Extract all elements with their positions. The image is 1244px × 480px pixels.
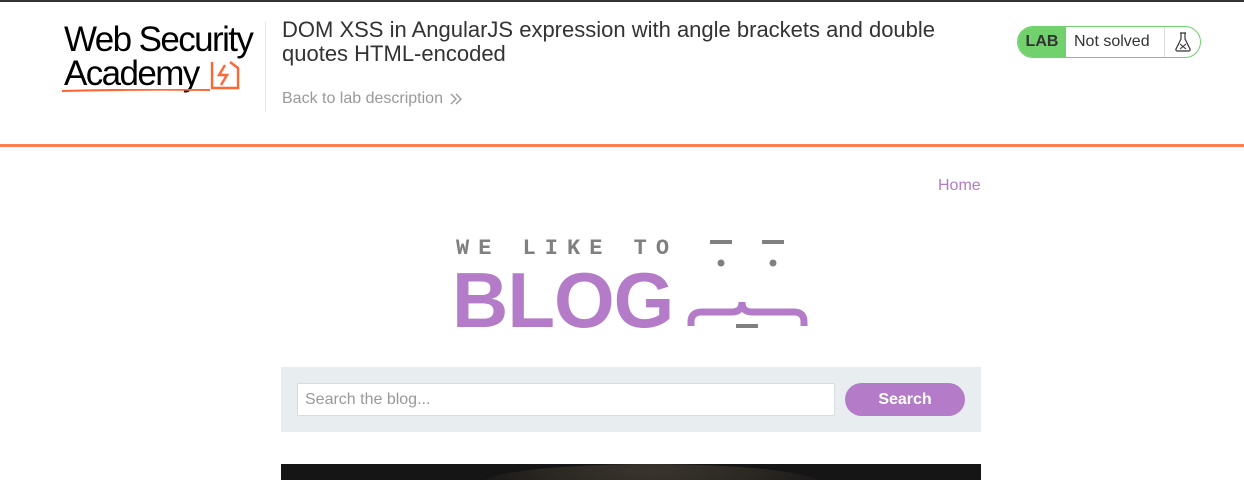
search-button[interactable]: Search	[845, 383, 965, 416]
search-section: Search	[281, 367, 981, 432]
web-security-academy-logo[interactable]: Web Security Academy	[62, 22, 262, 98]
lightning-icon	[210, 61, 240, 90]
blog-post-image[interactable]	[281, 464, 981, 480]
flask-icon	[1164, 27, 1200, 57]
double-chevron-right-icon	[450, 93, 462, 105]
logo-underline	[62, 89, 210, 92]
header-accent-rule	[0, 144, 1244, 147]
lab-title: DOM XSS in AngularJS expression with ang…	[282, 17, 936, 66]
lab-header: Web Security Academy DOM XSS in AngularJ…	[0, 2, 1244, 144]
back-to-lab-description-link[interactable]: Back to lab description	[282, 90, 463, 108]
back-link-label: Back to lab description	[282, 90, 443, 107]
blog-logo: WE LIKE TO BLOG	[450, 230, 810, 340]
logo-line-2: Academy	[64, 54, 200, 93]
lab-status-label: Not solved	[1074, 33, 1150, 50]
logo-line-1: Web Security	[64, 20, 254, 59]
nav-home-link[interactable]: Home	[938, 177, 981, 195]
post-image-subject	[481, 464, 821, 480]
lab-status-widget: LAB Not solved	[1017, 26, 1201, 58]
lab-badge: LAB	[1018, 27, 1066, 57]
blog-logo-word: BLOG	[452, 256, 674, 344]
search-input[interactable]	[297, 383, 835, 416]
header-divider	[265, 22, 266, 112]
curly-brace-face-icon	[687, 240, 808, 328]
